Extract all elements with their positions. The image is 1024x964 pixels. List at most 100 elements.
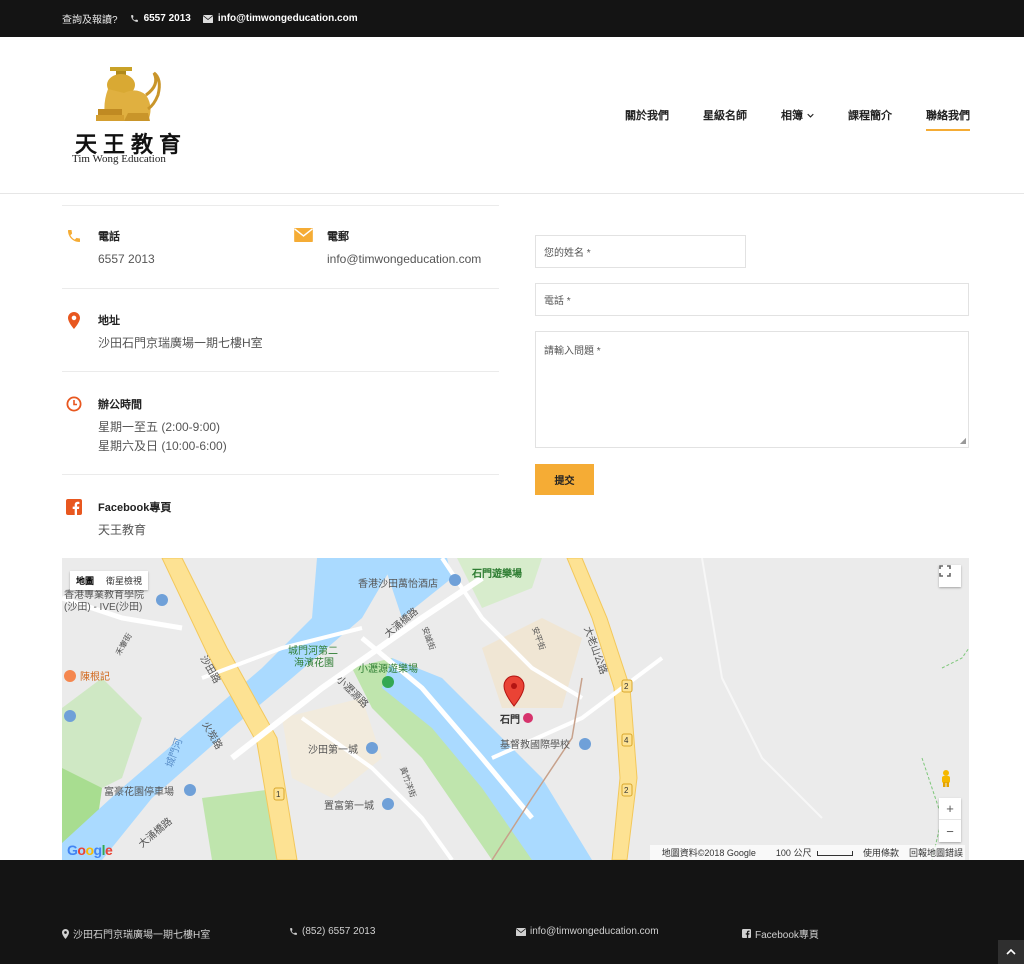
- topbar-phone-text: 6557 2013: [143, 13, 191, 24]
- envelope-icon: [291, 228, 315, 269]
- zoom-in-button[interactable]: +: [939, 798, 961, 820]
- nav-courses[interactable]: 課程簡介: [848, 107, 892, 129]
- zoom-control: + −: [939, 798, 961, 842]
- chevron-up-icon: [1006, 947, 1016, 958]
- zoom-out-button[interactable]: −: [939, 820, 961, 842]
- info-hours-weekday: 星期一至五 (2:00-9:00): [98, 420, 221, 434]
- footer-email-text: info@timwongeducation.com: [530, 926, 659, 937]
- svg-text:4: 4: [624, 736, 629, 745]
- info-hours-weekend: 星期六及日 (10:00-6:00): [98, 439, 227, 453]
- chevron-down-icon: [807, 111, 814, 120]
- topbar-email-text: info@timwongeducation.com: [217, 13, 358, 24]
- info-email: 電郵 info@timwongeducation.com: [291, 228, 481, 269]
- map-label: 香港沙田萬怡酒店: [358, 577, 438, 590]
- info-address-value: 沙田石門京瑞廣場一期七樓H室: [98, 336, 263, 350]
- svg-text:2: 2: [624, 682, 629, 691]
- map-label: 石門: [499, 714, 520, 726]
- info-facebook-value[interactable]: 天王教育: [98, 521, 171, 540]
- footer-address-text: 沙田石門京瑞廣場一期七樓H室: [73, 930, 211, 941]
- map-label: 城門河第二: [288, 644, 338, 657]
- back-to-top-button[interactable]: [998, 940, 1024, 964]
- submit-button[interactable]: 提交: [535, 464, 594, 495]
- site-footer: 沙田石門京瑞廣場一期七樓H室 (852) 6557 2013 info@timw…: [0, 860, 1024, 964]
- map-marker-icon: [62, 312, 86, 353]
- info-address-label: 地址: [98, 315, 120, 327]
- logo-english-name: Tim Wong Education: [72, 153, 166, 165]
- phone-icon: [130, 14, 139, 23]
- info-facebook-label: Facebook專頁: [98, 502, 172, 514]
- phone-input[interactable]: 電話 *: [535, 283, 969, 316]
- map-type-control: 地圖 衛星檢視: [70, 571, 149, 590]
- pegman-button[interactable]: [939, 769, 961, 791]
- svg-text:1: 1: [276, 790, 281, 799]
- topbar-phone[interactable]: 6557 2013: [130, 13, 191, 24]
- nav-album[interactable]: 相簿: [781, 107, 814, 129]
- resize-handle-icon[interactable]: ◢: [960, 436, 966, 445]
- divider: [62, 288, 499, 289]
- footer-phone-text: (852) 6557 2013: [302, 926, 376, 937]
- footer-facebook-text: Facebook專頁: [755, 930, 819, 941]
- divider: [62, 205, 499, 206]
- google-logo: Google: [67, 842, 113, 858]
- clock-icon: [62, 396, 86, 456]
- divider: [62, 474, 499, 475]
- map-canvas[interactable]: 香港專業教育學院 (沙田) - IVE(沙田) 香港沙田萬怡酒店 石門遊樂場 城…: [62, 558, 969, 860]
- map-type-satellite-button[interactable]: 衛星檢視: [100, 571, 148, 590]
- map-label: (沙田) - IVE(沙田): [64, 601, 142, 613]
- map-label: 置富第一城: [324, 799, 374, 812]
- info-address: 地址 沙田石門京瑞廣場一期七樓H室: [62, 312, 263, 353]
- facebook-icon[interactable]: [62, 499, 86, 540]
- info-phone: 電話 6557 2013: [62, 228, 155, 269]
- info-facebook: Facebook專頁 天王教育: [62, 499, 171, 540]
- footer-phone[interactable]: (852) 6557 2013: [289, 926, 375, 937]
- scale-bar: [816, 851, 853, 856]
- map-data-attribution: 地圖資料©2018 Google: [661, 848, 756, 858]
- name-input[interactable]: 您的姓名 *: [535, 235, 746, 268]
- info-phone-label: 電話: [98, 231, 120, 243]
- google-map[interactable]: 香港專業教育學院 (沙田) - IVE(沙田) 香港沙田萬怡酒店 石門遊樂場 城…: [62, 558, 969, 860]
- phone-icon: [62, 228, 86, 269]
- main-nav: 關於我們 星級名師 相簿 課程簡介 聯絡我們: [591, 107, 970, 131]
- nav-contact[interactable]: 聯絡我們: [926, 107, 970, 131]
- map-scale-text: 100 公尺: [775, 848, 812, 858]
- map-label: 基督教國際學校: [500, 738, 570, 751]
- map-label: 小瀝源遊樂場: [358, 662, 418, 675]
- info-email-label: 電郵: [327, 231, 349, 243]
- map-marker-icon: [62, 928, 69, 939]
- nav-album-label: 相簿: [781, 110, 803, 122]
- question-placeholder: 請輸入問題 *: [544, 346, 601, 357]
- map-terms-link[interactable]: 使用條款: [863, 846, 899, 859]
- enquiry-text: 查詢及報讀?: [62, 15, 118, 26]
- map-scale: 100 公尺: [766, 846, 853, 859]
- phone-icon: [289, 927, 298, 936]
- info-email-value[interactable]: info@timwongeducation.com: [327, 250, 481, 269]
- question-textarea[interactable]: 請輸入問題 * ◢: [535, 331, 969, 448]
- map-label: 石門遊樂場: [471, 567, 522, 580]
- map-label: 沙田第一城: [308, 743, 358, 756]
- nav-teachers[interactable]: 星級名師: [703, 107, 747, 129]
- info-hours-label: 辦公時間: [98, 399, 142, 411]
- map-footer: 地圖資料©2018 Google 100 公尺 使用條款 回報地圖錯誤: [649, 845, 965, 860]
- map-report-link[interactable]: 回報地圖錯誤: [909, 846, 963, 859]
- divider: [62, 371, 499, 372]
- site-logo[interactable]: 天王教育 Tim Wong Education: [70, 65, 181, 170]
- map-type-map-button[interactable]: 地圖: [70, 571, 100, 590]
- top-bar: 查詢及報讀? 6557 2013 info@timwongeducation.c…: [0, 0, 1024, 37]
- map-label: 富豪花園停車場: [104, 785, 174, 798]
- info-hours: 辦公時間 星期一至五 (2:00-9:00) 星期六及日 (10:00-6:00…: [62, 396, 227, 456]
- topbar-email[interactable]: info@timwongeducation.com: [202, 13, 358, 24]
- svg-text:2: 2: [624, 786, 629, 795]
- footer-address: 沙田石門京瑞廣場一期七樓H室: [62, 926, 210, 941]
- envelope-icon: [202, 14, 213, 23]
- envelope-icon: [516, 927, 526, 936]
- footer-facebook[interactable]: Facebook專頁: [742, 926, 819, 941]
- fullscreen-button[interactable]: [939, 565, 961, 587]
- map-label: 海濱花園: [294, 656, 334, 669]
- footer-email[interactable]: info@timwongeducation.com: [516, 926, 659, 937]
- map-label: 陳根記: [80, 670, 110, 683]
- lion-logo-icon: [96, 67, 161, 121]
- site-header: 天王教育 Tim Wong Education 關於我們 星級名師 相簿 課程簡…: [0, 37, 1024, 194]
- info-phone-value: 6557 2013: [98, 252, 155, 266]
- facebook-icon: [742, 929, 751, 938]
- nav-about[interactable]: 關於我們: [625, 107, 669, 129]
